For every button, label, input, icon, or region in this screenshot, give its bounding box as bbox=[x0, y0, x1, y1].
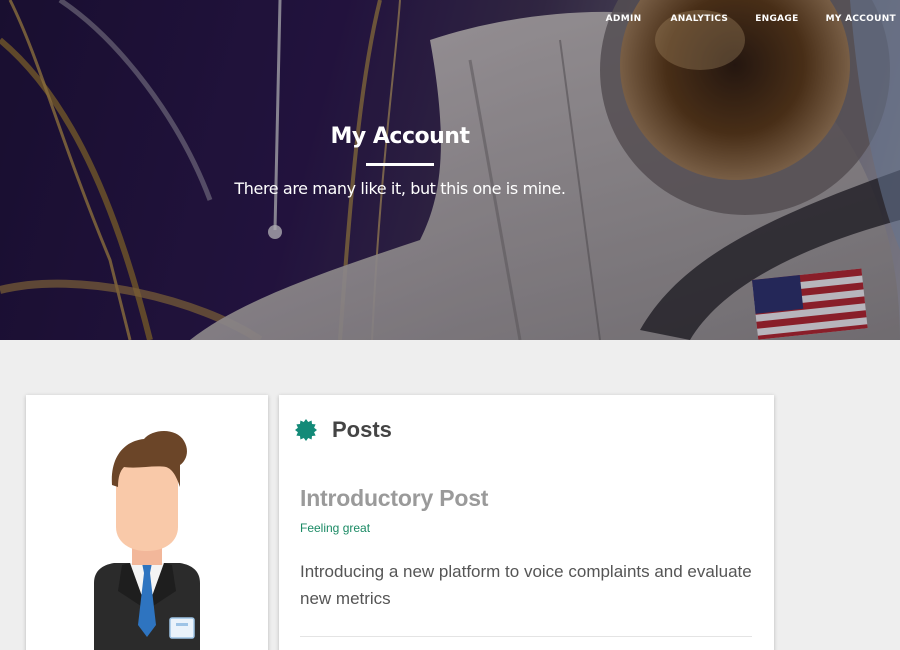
title-underline bbox=[366, 163, 434, 166]
page-title: My Account bbox=[330, 124, 470, 149]
nav-analytics-link[interactable]: ANALYTICS bbox=[670, 12, 728, 26]
businessman-avatar-icon bbox=[94, 431, 200, 650]
seal-badge-icon bbox=[295, 419, 317, 441]
posts-header: Posts bbox=[295, 417, 392, 443]
nav-engage-link[interactable]: ENGAGE bbox=[755, 12, 798, 26]
post-divider bbox=[300, 636, 752, 637]
nav-my-account-link[interactable]: MY ACCOUNT bbox=[826, 12, 896, 26]
hero-banner: ADMIN ANALYTICS ENGAGE MY ACCOUNT My Acc… bbox=[0, 0, 900, 340]
page-subtitle: There are many like it, but this one is … bbox=[234, 179, 566, 198]
post-title[interactable]: Introductory Post bbox=[300, 485, 752, 512]
post-body: Introducing a new platform to voice comp… bbox=[300, 562, 752, 608]
nav-admin-link[interactable]: ADMIN bbox=[606, 12, 642, 26]
hero-overlay bbox=[0, 0, 900, 340]
profile-card bbox=[26, 395, 268, 650]
top-navigation: ADMIN ANALYTICS ENGAGE MY ACCOUNT bbox=[606, 12, 896, 26]
posts-heading: Posts bbox=[332, 417, 392, 442]
post-item[interactable]: Introductory Post Feeling great Introduc… bbox=[300, 485, 752, 637]
posts-card: Posts Introductory Post Feeling great In… bbox=[279, 395, 774, 650]
post-mood: Feeling great bbox=[300, 521, 371, 535]
